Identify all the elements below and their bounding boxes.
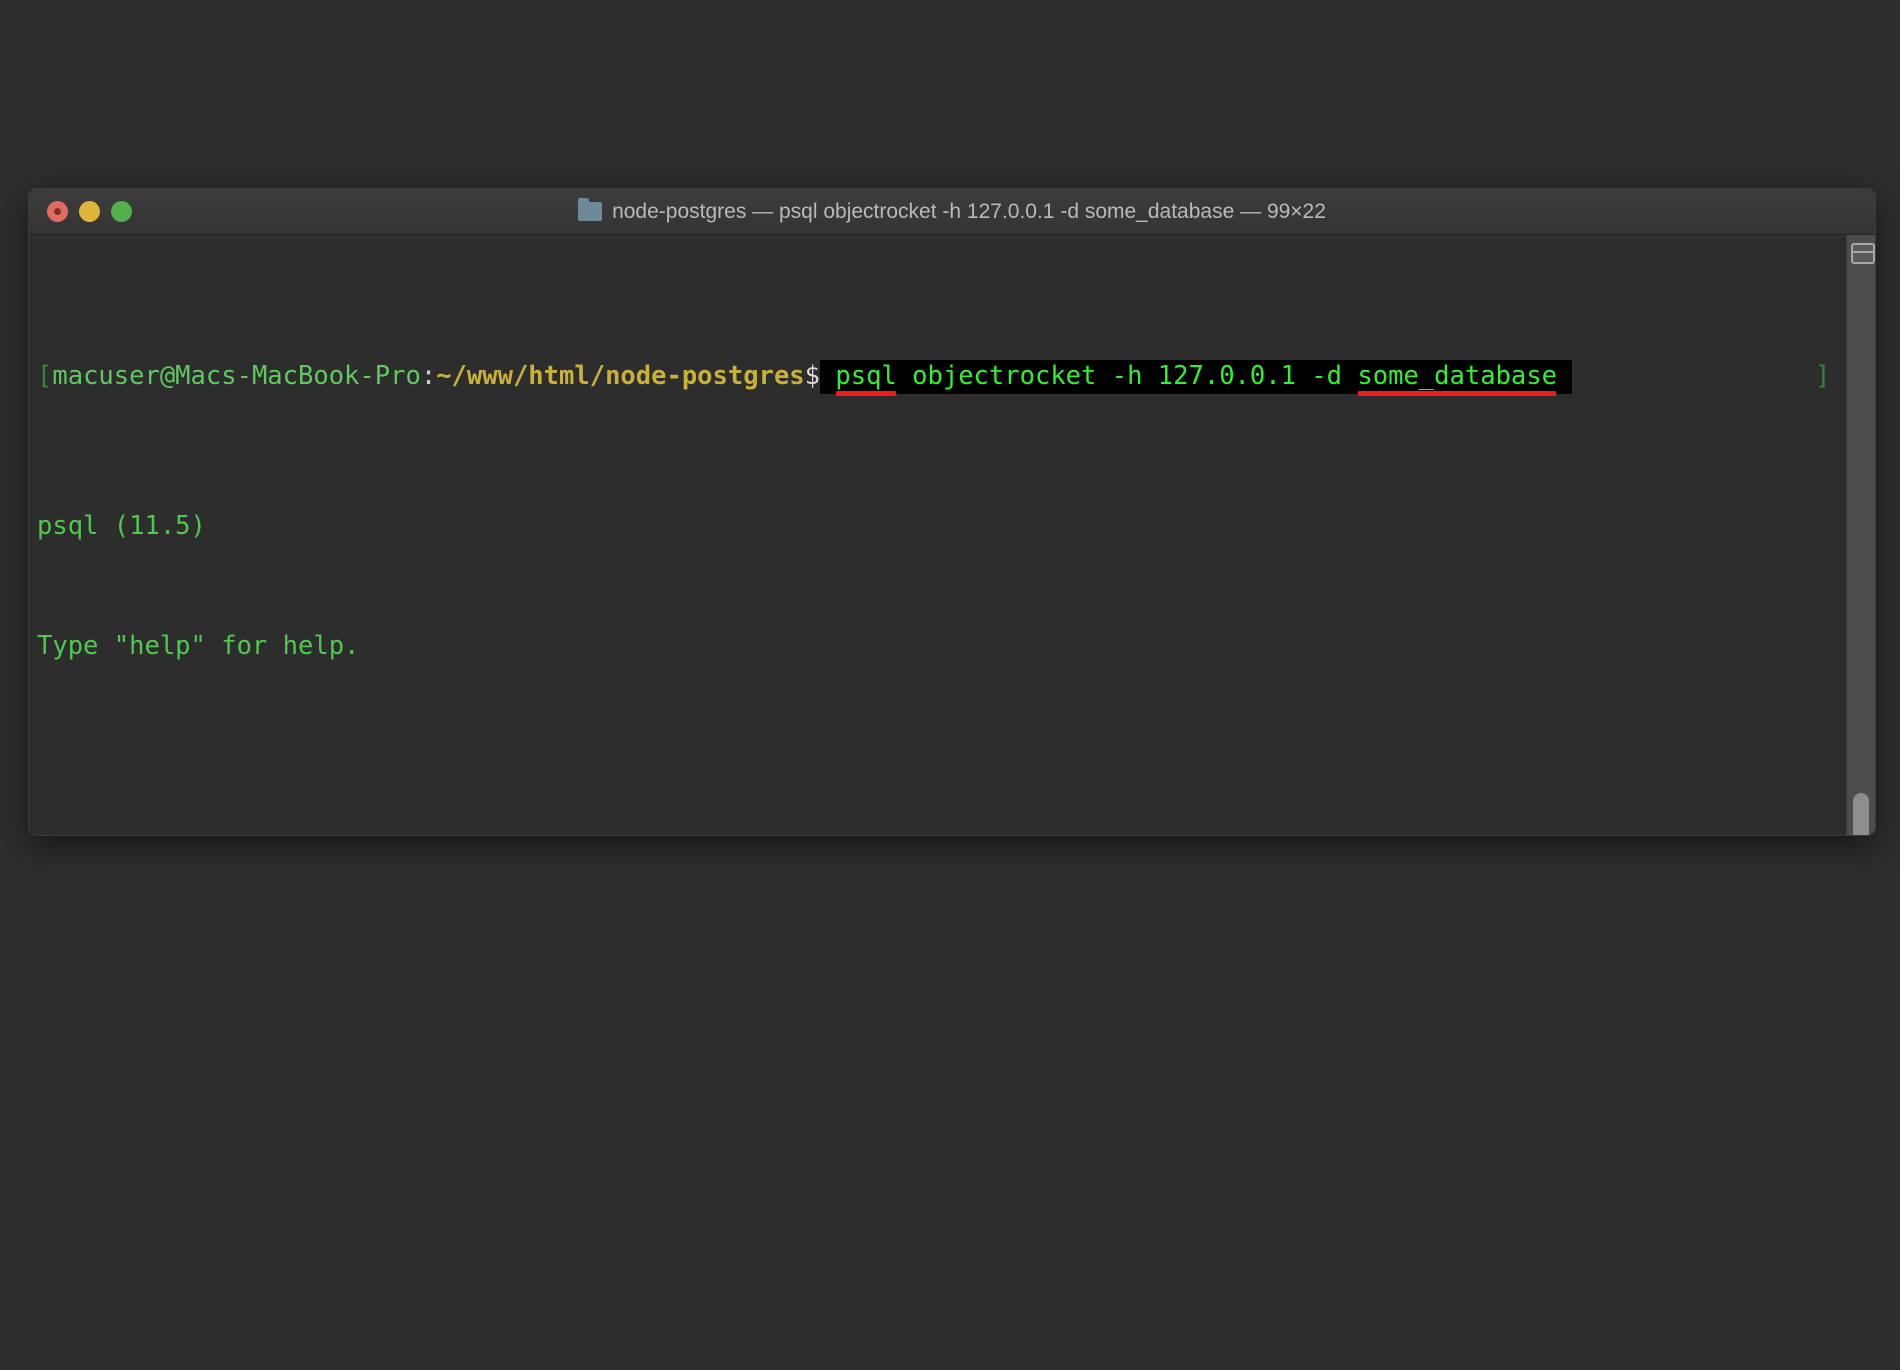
desktop-background: node-postgres — psql objectrocket -h 127… (0, 0, 1900, 1370)
line-help-hint: Type "help" for help. (37, 631, 360, 661)
folder-icon (578, 198, 603, 221)
underline-some-database: some_database (1357, 361, 1557, 396)
window-title: node-postgres — psql objectrocket -h 127… (612, 199, 1326, 223)
prompt-open-bracket: [ (37, 361, 53, 391)
zoom-button[interactable] (111, 201, 132, 222)
line-blank-1 (37, 751, 1572, 781)
window-controls (47, 201, 132, 222)
prompt-dollar: $ (804, 361, 821, 391)
window-title-area: node-postgres — psql objectrocket -h 127… (29, 189, 1875, 234)
terminal-scrollbar[interactable] (1846, 235, 1875, 835)
terminal-output-area[interactable]: [macuser@Macs-MacBook-Pro:~/www/html/nod… (29, 235, 1875, 835)
terminal-text: [macuser@Macs-MacBook-Pro:~/www/html/nod… (37, 241, 1830, 835)
scrollbar-thumb[interactable] (1853, 793, 1869, 835)
prompt-path: ~/www/html/node-postgres (436, 361, 805, 391)
terminal-window[interactable]: node-postgres — psql objectrocket -h 127… (28, 188, 1876, 836)
line-psql-version: psql (11.5) (37, 511, 206, 541)
prompt-user-host: macuser@Macs-MacBook-Pro (52, 361, 421, 391)
stray-bracket: ] (1815, 361, 1831, 391)
close-button[interactable] (47, 201, 68, 222)
minimize-button[interactable] (79, 201, 100, 222)
window-titlebar[interactable]: node-postgres — psql objectrocket -h 127… (29, 189, 1875, 235)
split-pane-icon[interactable] (1851, 243, 1875, 264)
line-shell-command: [macuser@Macs-MacBook-Pro:~/www/html/nod… (37, 360, 1830, 396)
highlight-psql-connect: psql objectrocket -h 127.0.0.1 -d some_d… (820, 360, 1573, 396)
prompt-colon: : (420, 361, 437, 391)
underline-psql: psql (835, 361, 897, 396)
